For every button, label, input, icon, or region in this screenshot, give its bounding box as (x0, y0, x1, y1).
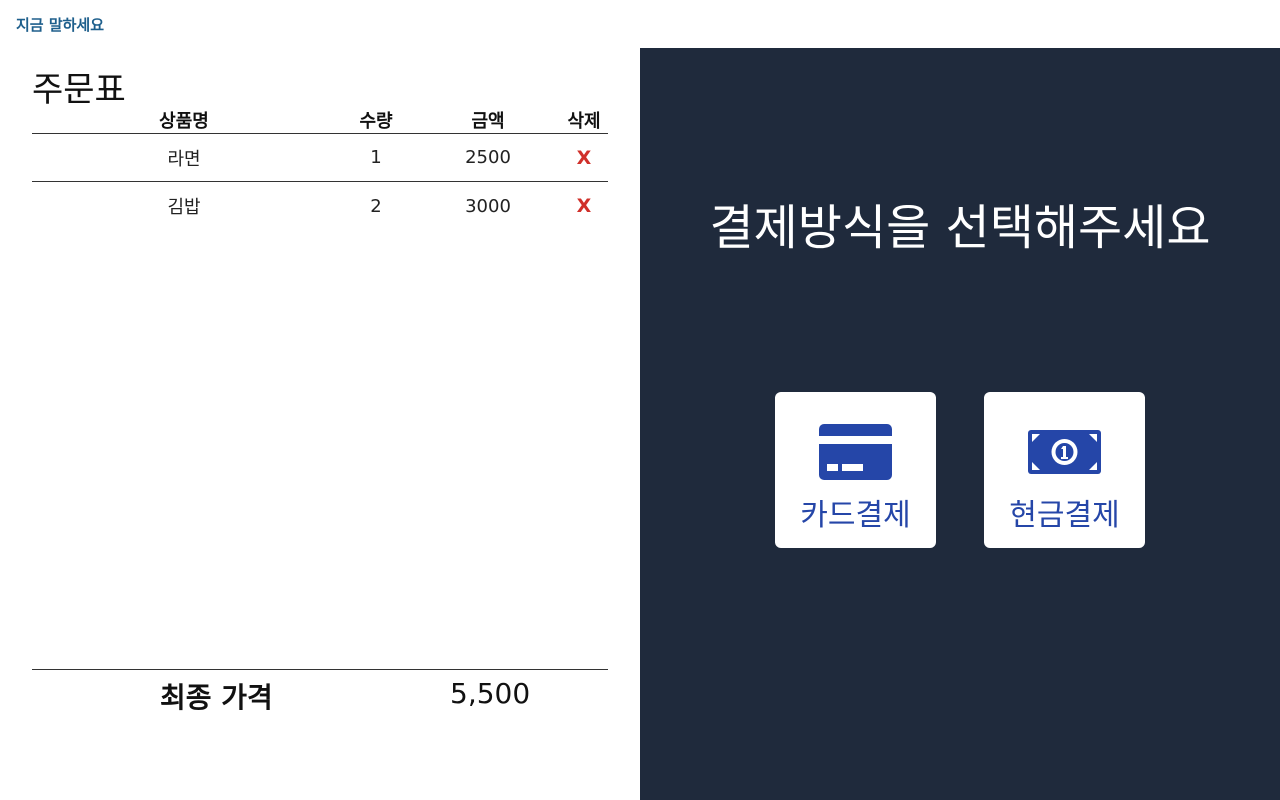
header-delete: 삭제 (567, 110, 601, 132)
delete-cell: X (560, 147, 608, 169)
item-qty: 1 (370, 147, 382, 168)
voice-hint: 지금 말하세요 (16, 16, 105, 34)
order-table: 상품명 수량 금액 삭제 라면 1 2500 X 김밥 2 3000 X (32, 106, 608, 230)
card-payment-label: 카드결제 (800, 498, 911, 533)
item-price: 2500 (465, 147, 511, 168)
cash-payment-button[interactable]: 현금결제 (984, 392, 1145, 548)
header-price: 금액 (471, 110, 505, 132)
payment-panel: 결제방식을 선택해주세요 카드결제 현금결제 (640, 48, 1280, 800)
total-label: 최종 가격 (160, 681, 273, 714)
card-payment-button[interactable]: 카드결제 (775, 392, 936, 548)
item-name: 라면 (167, 148, 201, 170)
delete-button[interactable]: X (577, 147, 592, 169)
total-value: 5,500 (450, 677, 531, 710)
table-row: 라면 1 2500 X (32, 134, 608, 182)
order-table-header: 상품명 수량 금액 삭제 (32, 106, 608, 134)
banknote-icon (1028, 430, 1101, 474)
credit-card-icon (819, 424, 892, 480)
table-row: 김밥 2 3000 X (32, 182, 608, 230)
order-title: 주문표 (32, 70, 126, 110)
cash-payment-label: 현금결제 (1009, 498, 1120, 533)
payment-prompt: 결제방식을 선택해주세요 (709, 200, 1211, 256)
order-panel: 주문표 상품명 수량 금액 삭제 라면 1 2500 X 김밥 2 3000 X… (0, 48, 640, 800)
total-bar: 최종 가격 5,500 (32, 669, 608, 721)
item-name: 김밥 (167, 197, 201, 218)
delete-cell: X (560, 195, 608, 217)
item-price: 3000 (465, 195, 511, 217)
header-name: 상품명 (159, 110, 209, 132)
item-qty: 2 (370, 195, 382, 217)
header-qty: 수량 (359, 110, 393, 132)
delete-button[interactable]: X (577, 195, 592, 217)
